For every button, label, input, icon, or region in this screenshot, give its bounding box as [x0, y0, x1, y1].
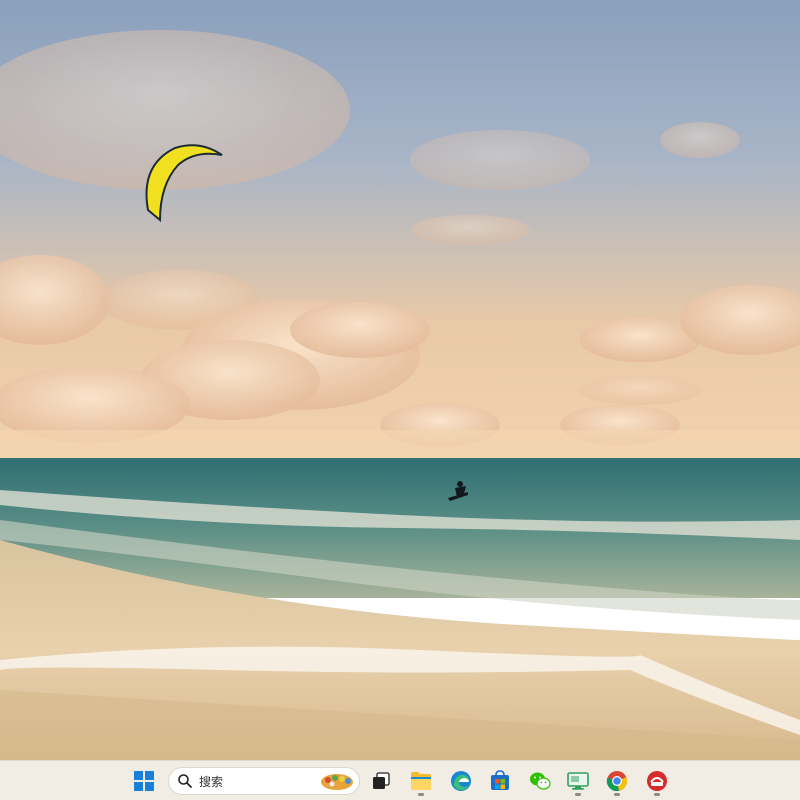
edge-button[interactable]: [445, 765, 477, 797]
desktop[interactable]: [0, 0, 800, 760]
search-box[interactable]: 搜索: [168, 767, 360, 795]
microsoft-store-icon: [491, 770, 509, 790]
running-indicator: [418, 793, 424, 796]
file-explorer-button[interactable]: [405, 765, 437, 797]
search-icon: [178, 774, 192, 788]
taskbar: 搜索: [0, 760, 800, 800]
running-indicator: [614, 793, 620, 796]
search-placeholder: 搜索: [199, 774, 224, 789]
running-indicator: [575, 793, 581, 796]
red-app-icon: [647, 771, 667, 791]
running-indicator: [654, 793, 660, 796]
chrome-icon: [606, 771, 628, 792]
task-view-button[interactable]: [365, 765, 397, 797]
wechat-icon: [530, 772, 551, 790]
monitor-icon: [567, 772, 589, 790]
edge-browser-icon: [451, 771, 471, 791]
app-button[interactable]: [641, 765, 673, 797]
store-button[interactable]: [484, 765, 516, 797]
chrome-button[interactable]: [601, 765, 633, 797]
start-button[interactable]: [128, 765, 160, 797]
wechat-button[interactable]: [524, 765, 556, 797]
folder-icon: [411, 772, 431, 790]
search-highlight-icon: [321, 774, 353, 790]
task-view-icon: [373, 772, 390, 789]
remote-desktop-button[interactable]: [562, 765, 594, 797]
windows-logo-icon: [134, 771, 154, 791]
desktop-wallpaper: [0, 0, 800, 760]
